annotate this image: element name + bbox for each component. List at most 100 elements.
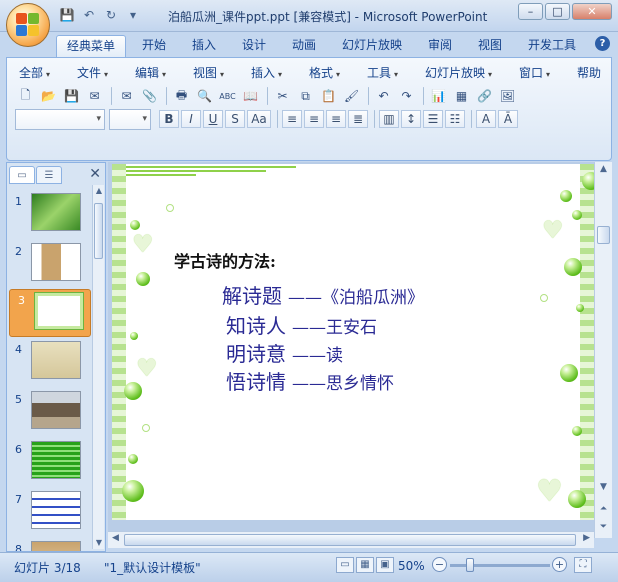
slide-thumbnail[interactable]: 6 bbox=[7, 439, 93, 487]
permission-icon[interactable]: ✉ bbox=[84, 86, 105, 106]
bold-button[interactable]: B bbox=[159, 110, 179, 128]
zoom-out-icon[interactable]: − bbox=[432, 557, 447, 572]
tab-slides[interactable]: ▭ bbox=[9, 166, 35, 184]
slide-thumbnail[interactable]: 8 bbox=[7, 539, 93, 551]
change-case-button[interactable]: Aa bbox=[247, 110, 271, 128]
next-slide-icon[interactable]: ⏷ bbox=[595, 520, 612, 534]
chart-icon[interactable]: 📊 bbox=[428, 86, 449, 106]
table-icon[interactable]: ▦ bbox=[451, 86, 472, 106]
close-button[interactable]: ✕ bbox=[572, 3, 612, 20]
tab-outline[interactable]: ☰ bbox=[36, 166, 62, 184]
email-icon[interactable]: ✉ bbox=[116, 86, 137, 106]
slide-thumbnail[interactable]: 7 bbox=[7, 489, 93, 537]
undo-icon[interactable]: ↶ bbox=[373, 86, 394, 106]
menu-format[interactable]: 格式 ▾ bbox=[309, 64, 340, 81]
previous-slide-icon[interactable]: ⏶ bbox=[595, 502, 612, 516]
zoom-in-icon[interactable]: + bbox=[552, 557, 567, 572]
scroll-up-icon[interactable]: ▲ bbox=[595, 162, 612, 176]
underline-button[interactable]: U bbox=[203, 110, 223, 128]
align-center-icon[interactable]: ≡ bbox=[304, 110, 324, 128]
slide-thumbnail[interactable]: 5 bbox=[7, 389, 93, 437]
decrease-font-icon[interactable]: Ā bbox=[498, 110, 518, 128]
tab-developer[interactable]: 开发工具 bbox=[522, 35, 582, 57]
copy-icon[interactable]: ⧉ bbox=[295, 86, 316, 106]
tab-slideshow[interactable]: 幻灯片放映 bbox=[336, 35, 408, 57]
font-size-combo[interactable]: ▾ bbox=[109, 108, 151, 130]
new-icon[interactable]: 🗋 bbox=[15, 86, 36, 106]
paste-icon[interactable]: 📋 bbox=[318, 86, 339, 106]
numbering-icon[interactable]: ☰ bbox=[423, 110, 443, 128]
vertical-scroll-thumb[interactable] bbox=[597, 226, 610, 244]
menu-file[interactable]: 文件 ▾ bbox=[77, 64, 108, 81]
save-icon[interactable]: 💾 bbox=[58, 7, 76, 23]
slide-thumbnail[interactable]: 1 bbox=[7, 191, 93, 239]
cut-icon[interactable]: ✂ bbox=[272, 86, 293, 106]
menu-tools[interactable]: 工具 ▾ bbox=[367, 64, 398, 81]
scroll-left-icon[interactable]: ◀ bbox=[112, 533, 119, 543]
tab-view[interactable]: 视图 bbox=[472, 35, 508, 57]
tab-design[interactable]: 设计 bbox=[236, 35, 272, 57]
panel-scroll-thumb[interactable] bbox=[94, 203, 103, 259]
attach-icon[interactable]: 📎 bbox=[139, 86, 160, 106]
tab-classic-menu[interactable]: 经典菜单 bbox=[56, 35, 126, 57]
research-icon[interactable]: 📖 bbox=[240, 86, 261, 106]
align-left-icon[interactable]: ≡ bbox=[282, 110, 302, 128]
zoom-slider[interactable] bbox=[450, 564, 550, 567]
horizontal-scrollbar[interactable]: ◀ ▶ bbox=[108, 531, 594, 548]
font-name-combo[interactable]: ▾ bbox=[15, 108, 105, 130]
bullets-icon[interactable]: ☷ bbox=[445, 110, 465, 128]
format-painter-icon[interactable]: 🖌 bbox=[341, 86, 362, 106]
slide-thumbnail-selected[interactable]: 3 bbox=[9, 289, 91, 337]
maximize-button[interactable]: □ bbox=[545, 3, 570, 20]
hyperlink-icon[interactable]: 🔗 bbox=[474, 86, 495, 106]
scroll-right-icon[interactable]: ▶ bbox=[583, 533, 590, 543]
minimize-button[interactable]: – bbox=[518, 3, 543, 20]
shadow-button[interactable]: S bbox=[225, 110, 245, 128]
columns-icon[interactable]: ▥ bbox=[379, 110, 399, 128]
increase-font-icon[interactable]: A bbox=[476, 110, 496, 128]
italic-button[interactable]: I bbox=[181, 110, 201, 128]
tab-home[interactable]: 开始 bbox=[136, 35, 172, 57]
scroll-up-icon[interactable]: ▲ bbox=[93, 185, 105, 197]
panel-scrollbar[interactable]: ▲ ▼ bbox=[92, 185, 104, 549]
align-right-icon[interactable]: ≡ bbox=[326, 110, 346, 128]
redo-icon[interactable]: ↷ bbox=[396, 86, 417, 106]
scroll-down-icon[interactable]: ▼ bbox=[93, 537, 105, 549]
line-spacing-icon[interactable]: ↕ bbox=[401, 110, 421, 128]
menu-window[interactable]: 窗口 ▾ bbox=[519, 64, 550, 81]
print-preview-icon[interactable]: 🔍 bbox=[194, 86, 215, 106]
status-bar: 幻灯片 3/18 "1_默认设计模板" ▭ ▦ ▣ 50% − + ⛶ bbox=[0, 552, 618, 582]
menu-insert[interactable]: 插入 ▾ bbox=[251, 64, 282, 81]
customize-qat-icon[interactable]: ▾ bbox=[124, 7, 142, 23]
close-panel-icon[interactable]: ✕ bbox=[89, 166, 101, 182]
slide-sorter-view-icon[interactable]: ▦ bbox=[356, 557, 374, 573]
menu-all[interactable]: 全部 ▾ bbox=[19, 64, 50, 81]
tab-insert[interactable]: 插入 bbox=[186, 35, 222, 57]
spelling-icon[interactable]: ABC bbox=[217, 86, 238, 106]
undo-icon[interactable]: ↶ bbox=[80, 7, 98, 23]
normal-view-icon[interactable]: ▭ bbox=[336, 557, 354, 573]
menu-slideshow[interactable]: 幻灯片放映 ▾ bbox=[425, 64, 492, 81]
save-icon[interactable]: 💾 bbox=[61, 86, 82, 106]
picture-icon[interactable]: 🖼 bbox=[497, 86, 518, 106]
open-icon[interactable]: 📂 bbox=[38, 86, 59, 106]
print-icon[interactable]: 🖶 bbox=[171, 86, 192, 106]
slide-thumbnail[interactable]: 2 bbox=[7, 241, 93, 289]
current-slide[interactable]: ♥ ♥ ♥ ♥ 学古诗的方法: 解诗题 ——《泊船瓜洲》 知诗人 ——王安石 明诗意… bbox=[112, 164, 594, 520]
tab-review[interactable]: 审阅 bbox=[422, 35, 458, 57]
fit-to-window-icon[interactable]: ⛶ bbox=[574, 557, 592, 573]
redo-icon[interactable]: ↻ bbox=[102, 7, 120, 23]
office-button[interactable] bbox=[6, 3, 50, 47]
menu-view[interactable]: 视图 ▾ bbox=[193, 64, 224, 81]
horizontal-scroll-thumb[interactable] bbox=[124, 534, 576, 546]
tab-animations[interactable]: 动画 bbox=[286, 35, 322, 57]
menu-edit[interactable]: 编辑 ▾ bbox=[135, 64, 166, 81]
scroll-down-icon[interactable]: ▼ bbox=[595, 480, 612, 494]
help-icon[interactable]: ? bbox=[595, 36, 610, 51]
slide-thumbnail[interactable]: 4 bbox=[7, 339, 93, 387]
vertical-scrollbar[interactable]: ▲ ▼ ⏶ ⏷ bbox=[594, 162, 612, 538]
zoom-slider-knob[interactable] bbox=[466, 558, 474, 572]
slideshow-view-icon[interactable]: ▣ bbox=[376, 557, 394, 573]
menu-help[interactable]: 帮助 bbox=[577, 64, 601, 81]
justify-icon[interactable]: ≣ bbox=[348, 110, 368, 128]
